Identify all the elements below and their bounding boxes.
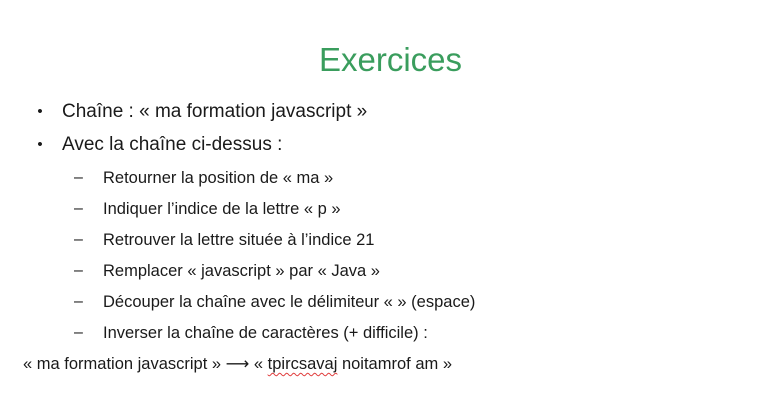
slide: Exercices • Chaîne : « ma formation java… bbox=[0, 0, 777, 412]
sub-item-text: Découper la chaîne avec le délimiteur « … bbox=[103, 293, 476, 311]
bullet-text: Avec la chaîne ci-dessus : bbox=[62, 134, 283, 155]
sub-item-text: Inverser la chaîne de caractères (+ diff… bbox=[103, 324, 428, 342]
dash-marker: – bbox=[74, 231, 83, 248]
example-flagged-word: tpircsavaj bbox=[267, 355, 338, 373]
sub-item-text: Retourner la position de « ma » bbox=[103, 169, 334, 187]
example-rest: noitamrof am » bbox=[337, 355, 453, 373]
bullet-marker: • bbox=[37, 136, 43, 153]
example-line: « ma formation javascript » ⟶ « tpircsav… bbox=[23, 353, 452, 375]
dash-marker: – bbox=[74, 262, 83, 279]
dash-marker: – bbox=[74, 200, 83, 217]
dash-marker: – bbox=[74, 324, 83, 341]
bullet-text: Chaîne : « ma formation javascript » bbox=[62, 101, 368, 122]
example-input: « ma formation javascript » ⟶ « bbox=[23, 355, 268, 373]
dash-marker: – bbox=[74, 169, 83, 186]
sub-item-text: Remplacer « javascript » par « Java » bbox=[103, 262, 380, 280]
dash-marker: – bbox=[74, 293, 83, 310]
sub-item-text: Indiquer l’indice de la lettre « p » bbox=[103, 200, 341, 218]
slide-title: Exercices bbox=[318, 41, 463, 78]
bullet-marker: • bbox=[37, 103, 43, 120]
sub-item-text: Retrouver la lettre située à l’indice 21 bbox=[103, 231, 375, 249]
